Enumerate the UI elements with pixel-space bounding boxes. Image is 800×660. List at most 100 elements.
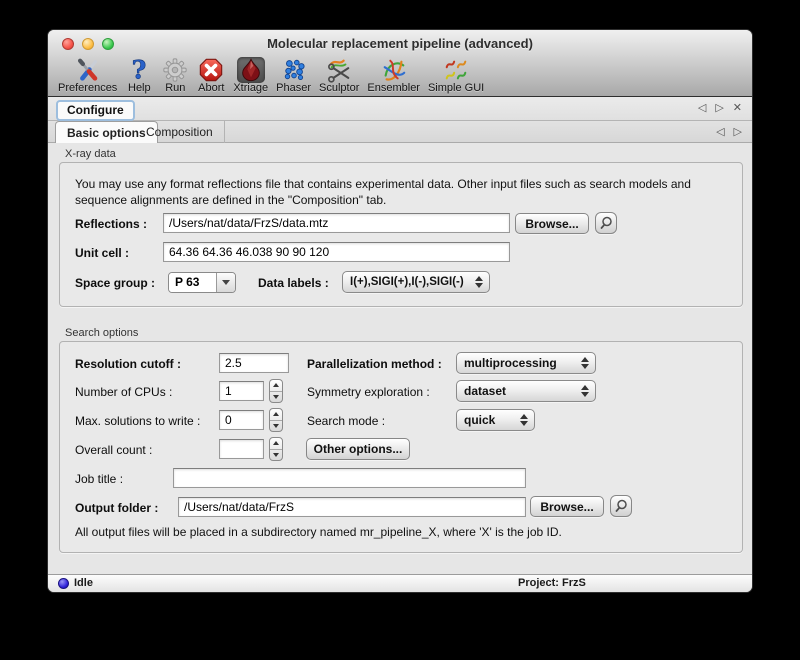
reflections-input[interactable] [163, 213, 510, 233]
notebook-scroll-right-icon[interactable]: ▷ [734, 125, 742, 138]
toolbar: Preferences ? Help [48, 58, 752, 97]
preferences-tools-icon [74, 57, 102, 83]
app-window: Molecular replacement pipeline (advanced… [48, 30, 752, 592]
toolbar-button-ensembler[interactable]: Ensembler [367, 57, 420, 94]
job-title-input[interactable] [173, 468, 526, 488]
tab-basic-options-label: Basic options [67, 126, 146, 140]
toolbar-label: Ensembler [367, 83, 420, 94]
magnifier-icon [598, 215, 614, 231]
abort-icon [197, 57, 225, 83]
tab-scroll-left-icon[interactable]: ◁ [698, 101, 706, 115]
combo-dropdown-icon[interactable] [216, 273, 235, 292]
output-folder-input[interactable] [178, 497, 526, 517]
overall-count-label: Overall count : [75, 443, 152, 457]
popup-arrows-icon [579, 385, 591, 397]
data-labels-label: Data labels : [258, 276, 329, 290]
reflections-browse-button[interactable]: Browse... [515, 213, 589, 234]
popup-arrows-icon [473, 276, 485, 288]
search-mode-select[interactable]: quick [456, 409, 535, 431]
xray-data-group-label: X-ray data [65, 148, 116, 160]
output-folder-search-button[interactable] [610, 495, 632, 517]
toolbar-label: Simple GUI [428, 83, 484, 94]
help-icon: ? [125, 57, 153, 83]
data-labels-select[interactable]: I(+),SIGI(+),I(-),SIGI(-) [342, 271, 490, 293]
toolbar-button-help[interactable]: ? Help [125, 57, 153, 94]
svg-text:?: ? [132, 57, 147, 83]
toolbar-label: Abort [198, 83, 224, 94]
toolbar-label: Run [165, 83, 185, 94]
toolbar-button-xtriage[interactable]: Xtriage [233, 57, 268, 94]
document-tab-bar: Configure ◁ ▷ ✕ [48, 97, 752, 121]
space-group-value: P 63 [169, 273, 216, 292]
symmetry-exploration-label: Symmetry exploration : [307, 385, 430, 399]
tab-configure[interactable]: Configure [56, 100, 135, 121]
search-options-group-label: Search options [65, 327, 138, 339]
overall-count-stepper [269, 437, 283, 461]
overall-count-input[interactable] [219, 439, 264, 459]
tab-composition-label: Composition [146, 125, 213, 139]
tab-scroll-right-icon[interactable]: ▷ [715, 101, 723, 115]
max-solutions-stepper [269, 408, 283, 432]
xtriage-icon [237, 57, 265, 83]
popup-arrows-icon [518, 414, 530, 426]
stepper-up-button[interactable] [270, 380, 282, 392]
parallelization-method-select[interactable]: multiprocessing [456, 352, 596, 374]
toolbar-label: Sculptor [319, 83, 359, 94]
status-indicator-icon [58, 578, 69, 589]
search-mode-value: quick [464, 413, 518, 427]
stepper-down-button[interactable] [270, 392, 282, 403]
space-group-combo[interactable]: P 63 [168, 272, 236, 293]
toolbar-label: Phaser [276, 83, 311, 94]
output-folder-label: Output folder : [75, 501, 158, 515]
title-bar: Molecular replacement pipeline (advanced… [48, 30, 752, 58]
toolbar-button-run[interactable]: Run [161, 57, 189, 94]
toolbar-button-phaser[interactable]: Phaser [276, 57, 311, 94]
simple-gui-icon [442, 57, 470, 83]
stepper-up-button[interactable] [270, 409, 282, 421]
output-note: All output files will be placed in a sub… [75, 525, 562, 539]
data-labels-value: I(+),SIGI(+),I(-),SIGI(-) [350, 276, 473, 288]
number-of-cpus-stepper [269, 379, 283, 403]
space-group-label: Space group : [75, 276, 155, 290]
run-gear-icon [161, 57, 189, 83]
window-title: Molecular replacement pipeline (advanced… [48, 36, 752, 51]
reflections-label: Reflections : [75, 217, 147, 231]
phaser-icon [280, 57, 308, 83]
toolbar-button-preferences[interactable]: Preferences [58, 57, 117, 94]
tab-close-icon[interactable]: ✕ [733, 101, 742, 115]
stepper-up-button[interactable] [270, 438, 282, 450]
search-mode-label: Search mode : [307, 414, 385, 428]
sculptor-icon [325, 57, 353, 83]
toolbar-label: Preferences [58, 83, 117, 94]
toolbar-button-sculptor[interactable]: Sculptor [319, 57, 359, 94]
tab-composition[interactable]: Composition [135, 121, 225, 143]
other-options-button[interactable]: Other options... [306, 438, 410, 460]
status-text: Idle [74, 577, 93, 589]
max-solutions-label: Max. solutions to write : [75, 414, 200, 428]
toolbar-label: Xtriage [233, 83, 268, 94]
symmetry-exploration-value: dataset [464, 384, 579, 398]
status-bar: Idle Project: FrzS [48, 574, 752, 592]
resolution-cutoff-label: Resolution cutoff : [75, 357, 181, 371]
output-folder-browse-button[interactable]: Browse... [530, 496, 604, 517]
symmetry-exploration-select[interactable]: dataset [456, 380, 596, 402]
ensembler-icon [380, 57, 408, 83]
max-solutions-input[interactable] [219, 410, 264, 430]
job-title-label: Job title : [75, 472, 123, 486]
options-tab-bar: Basic options Composition ◁ ▷ [48, 121, 752, 143]
toolbar-label: Help [128, 83, 151, 94]
toolbar-button-simple-gui[interactable]: Simple GUI [428, 57, 484, 94]
parallelization-method-value: multiprocessing [464, 356, 579, 370]
reflections-search-button[interactable] [595, 212, 617, 234]
toolbar-button-abort[interactable]: Abort [197, 57, 225, 94]
stepper-down-button[interactable] [270, 421, 282, 432]
unit-cell-input[interactable] [163, 242, 510, 262]
stepper-down-button[interactable] [270, 450, 282, 461]
number-of-cpus-label: Number of CPUs : [75, 385, 172, 399]
magnifier-icon [613, 498, 629, 514]
project-label: Project: FrzS [518, 577, 586, 589]
resolution-cutoff-input[interactable] [219, 353, 289, 373]
number-of-cpus-input[interactable] [219, 381, 264, 401]
unit-cell-label: Unit cell : [75, 246, 129, 260]
notebook-scroll-left-icon[interactable]: ◁ [716, 125, 724, 138]
